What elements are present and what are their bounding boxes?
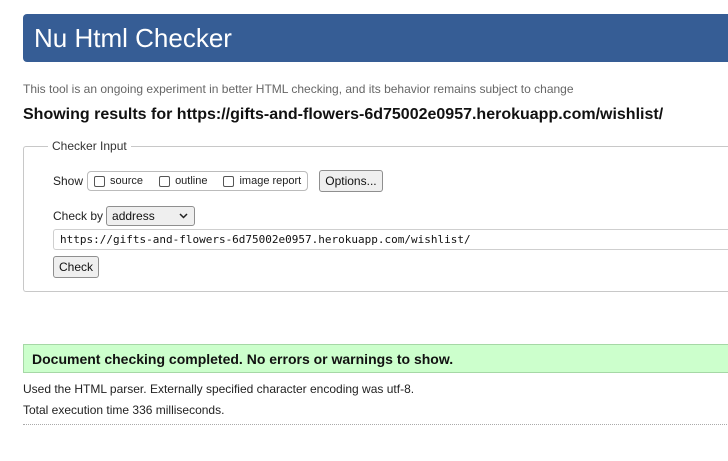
image-report-label: image report [239,175,302,187]
results-heading: Showing results for https://gifts-and-fl… [23,106,664,123]
check-button[interactable]: Check [53,256,100,278]
outline-label: outline [175,175,208,187]
show-options-group: source outline image report [87,171,309,191]
show-options-row: Show source outline image report Options… [53,170,383,192]
url-input[interactable]: https://gifts-and-flowers-6d75002e0957.h… [53,229,728,250]
execution-time: Total execution time 336 milliseconds. [23,403,225,417]
option-source[interactable]: source [94,175,143,187]
options-button[interactable]: Options... [319,170,383,192]
check-by-label: Check by [53,209,104,223]
check-by-value: address [112,209,155,223]
checker-input-legend: Checker Input [48,139,131,153]
success-message: Document checking completed. No errors o… [32,351,454,367]
footer-divider [23,424,728,425]
header-banner: Nu Html Checker [23,14,728,62]
page-title: Nu Html Checker [34,23,232,53]
intro-text: This tool is an ongoing experiment in be… [23,82,574,96]
checker-input-fieldset: Checker Input Show source outline image … [23,139,728,292]
show-label: Show [53,174,84,188]
check-by-select[interactable]: address [106,206,196,226]
image-report-checkbox[interactable] [223,175,235,187]
source-checkbox[interactable] [94,175,106,187]
chevron-down-icon [179,213,188,219]
outline-checkbox[interactable] [159,175,171,187]
parser-info: Used the HTML parser. Externally specifi… [23,382,415,396]
option-outline[interactable]: outline [159,175,207,187]
page: Nu Html Checker This tool is an ongoing … [0,0,728,461]
success-message-box: Document checking completed. No errors o… [23,344,728,373]
source-label: source [110,175,144,187]
check-by-row: Check by address [53,205,196,227]
option-image-report[interactable]: image report [223,175,301,187]
